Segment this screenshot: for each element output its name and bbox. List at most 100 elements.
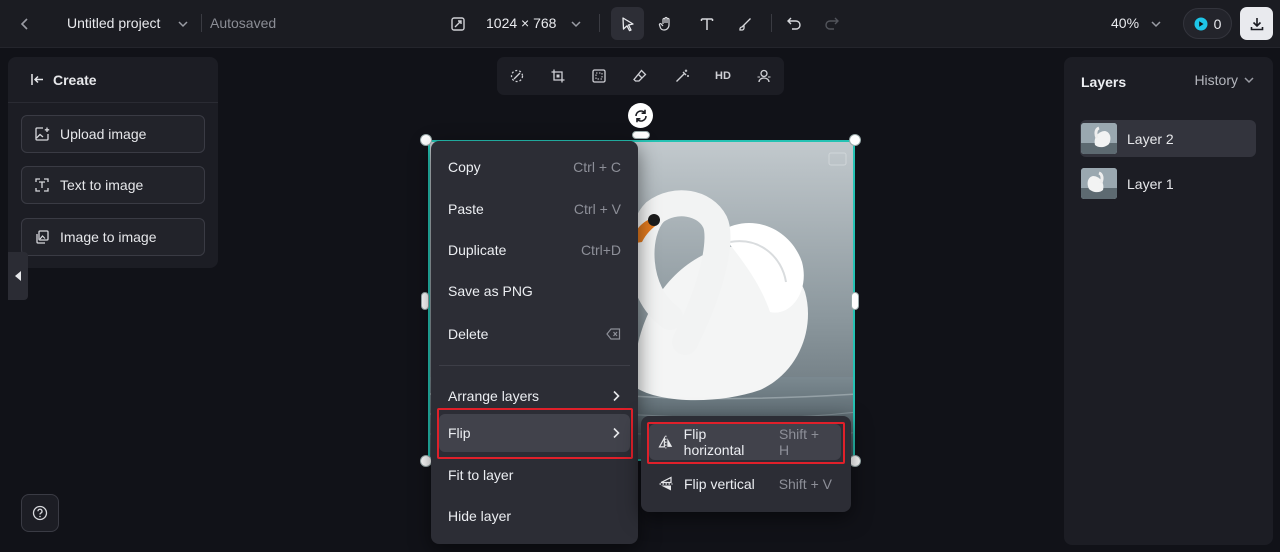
shortcut-label: Shift + V — [778, 476, 832, 492]
menu-item-delete[interactable]: Delete — [439, 315, 630, 353]
image-to-image-label: Image to image — [60, 229, 157, 245]
upload-image-label: Upload image — [60, 126, 147, 142]
download-button[interactable] — [1240, 7, 1273, 40]
remove-background-button[interactable] — [506, 65, 528, 87]
crop-button[interactable] — [547, 65, 569, 87]
menu-item-label: Save as PNG — [448, 283, 533, 299]
resize-handle-top[interactable] — [632, 131, 650, 139]
hand-tool-button[interactable] — [649, 7, 682, 40]
layers-panel: Layers History Layer 2 Layer 1 — [1064, 57, 1273, 545]
select-tool-button[interactable] — [611, 7, 644, 40]
text-to-image-icon — [35, 178, 49, 192]
eraser-icon — [633, 69, 647, 82]
resize-handle-left[interactable] — [421, 292, 429, 310]
layer-row[interactable]: Layer 2 — [1080, 120, 1256, 157]
text-to-image-label: Text to image — [60, 177, 144, 193]
menu-item-label: Flip vertical — [684, 476, 755, 492]
download-icon — [1250, 17, 1263, 30]
project-menu-button[interactable] — [172, 8, 194, 40]
menu-item-label: Fit to layer — [448, 467, 514, 483]
face-swap-button[interactable] — [753, 65, 775, 87]
arrow-left-icon — [31, 74, 43, 85]
project-name[interactable]: Untitled project — [67, 15, 160, 31]
menu-item-copy[interactable]: Copy Ctrl + C — [439, 148, 630, 186]
upload-image-button[interactable]: Upload image — [21, 115, 205, 153]
chevron-down-icon — [178, 21, 188, 28]
image-to-image-icon — [36, 230, 49, 244]
layer-thumbnail — [1081, 123, 1117, 154]
redo-icon — [825, 17, 839, 30]
expand-icon — [592, 69, 606, 83]
menu-item-label: Paste — [448, 201, 484, 217]
menu-item-label: Duplicate — [448, 242, 507, 258]
text-icon — [700, 17, 713, 30]
backspace-icon — [606, 328, 621, 340]
zoom-level[interactable]: 40% — [1111, 15, 1139, 31]
resize-handle-right[interactable] — [851, 292, 859, 310]
redo-button[interactable] — [818, 7, 846, 39]
menu-item-paste[interactable]: Paste Ctrl + V — [439, 190, 630, 228]
layers-title[interactable]: Layers — [1081, 74, 1126, 90]
create-panel-title: Create — [53, 71, 97, 88]
cursor-icon — [621, 16, 634, 31]
shortcut-label: Ctrl+D — [580, 242, 621, 258]
chevron-down-icon — [1244, 77, 1254, 84]
resize-handle-top-right[interactable] — [849, 134, 861, 146]
chevron-down-icon — [571, 21, 581, 28]
menu-item-flip-vertical[interactable]: Flip vertical Shift + V — [649, 466, 841, 502]
eraser-sparkle-icon — [510, 69, 524, 83]
history-tab[interactable]: History — [1194, 72, 1255, 88]
divider — [599, 14, 600, 32]
create-panel: Create Upload image Text to image Image … — [8, 57, 218, 268]
shortcut-label: Ctrl + C — [573, 159, 621, 175]
layer-row[interactable]: Layer 1 — [1080, 165, 1256, 202]
menu-item-hide-layer[interactable]: Hide layer — [439, 497, 630, 535]
menu-item-fit-to-layer[interactable]: Fit to layer — [439, 456, 630, 494]
credits-badge[interactable]: 0 — [1183, 8, 1232, 39]
menu-item-label: Arrange layers — [448, 388, 540, 404]
rotate-icon — [634, 109, 647, 122]
chevron-down-icon — [1151, 21, 1161, 28]
canvas-size[interactable]: 1024 × 768 — [486, 15, 556, 31]
person-icon — [757, 69, 771, 83]
rotate-handle[interactable] — [628, 103, 653, 128]
menu-item-label: Delete — [448, 326, 489, 342]
collapse-panel-button[interactable] — [8, 252, 28, 300]
brush-tool-button[interactable] — [728, 7, 761, 40]
chevron-right-icon — [613, 390, 620, 402]
image-upload-icon — [35, 127, 50, 141]
help-button[interactable] — [21, 494, 59, 532]
zoom-dropdown[interactable] — [1146, 8, 1166, 40]
help-icon — [32, 505, 48, 521]
credit-icon — [1194, 17, 1208, 30]
create-panel-header[interactable]: Create — [8, 57, 218, 103]
resize-canvas-button[interactable] — [446, 8, 470, 40]
text-tool-button[interactable] — [690, 7, 723, 40]
menu-item-save-as-png[interactable]: Save as PNG — [439, 272, 630, 310]
undo-button[interactable] — [780, 7, 808, 39]
autosave-status: Autosaved — [210, 15, 277, 31]
resize-handle-top-left[interactable] — [420, 134, 432, 146]
magic-edit-button[interactable] — [671, 65, 693, 87]
menu-item-duplicate[interactable]: Duplicate Ctrl+D — [439, 231, 630, 269]
context-menu: Copy Ctrl + C Paste Ctrl + V Duplicate C… — [431, 141, 638, 544]
layer-name: Layer 1 — [1127, 175, 1174, 192]
hd-upscale-button[interactable]: HD — [710, 65, 736, 87]
layer-thumbnail — [1081, 168, 1117, 199]
expand-button[interactable] — [588, 65, 610, 87]
text-to-image-button[interactable]: Text to image — [21, 166, 205, 204]
image-to-image-button[interactable]: Image to image — [21, 218, 205, 256]
canvas-size-dropdown[interactable] — [565, 8, 587, 40]
layer-name: Layer 2 — [1127, 130, 1174, 147]
flip-horizontal-highlight-box — [647, 422, 845, 464]
inpaint-button[interactable] — [629, 65, 651, 87]
triangle-left-icon — [15, 271, 21, 281]
hand-icon — [658, 16, 670, 31]
crop-icon — [551, 69, 565, 83]
flip-vertical-icon — [659, 476, 673, 491]
back-button[interactable] — [12, 8, 38, 40]
credits-count: 0 — [1213, 15, 1222, 32]
brush-icon — [738, 17, 751, 31]
image-toolbar: HD — [497, 57, 784, 95]
magic-wand-icon — [676, 69, 689, 82]
